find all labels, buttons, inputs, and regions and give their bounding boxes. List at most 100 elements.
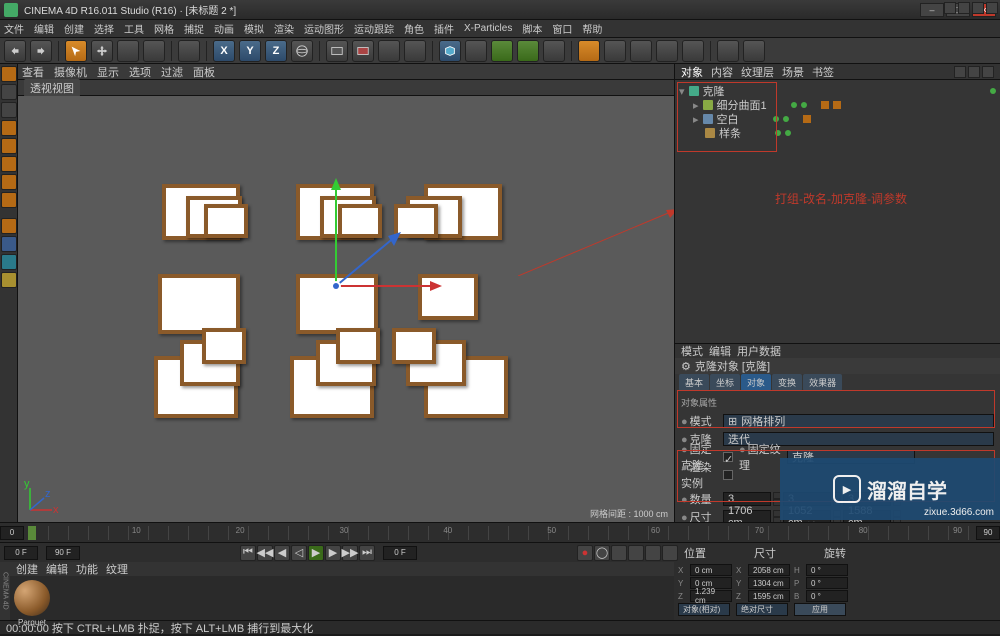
subtab-coord[interactable]: 坐标 bbox=[710, 374, 740, 391]
coord-mode[interactable]: 对象(相对) bbox=[678, 603, 730, 616]
menu-snap[interactable]: 捕捉 bbox=[184, 21, 204, 36]
generator-array[interactable] bbox=[517, 40, 539, 62]
tab-bookmarks[interactable]: 书签 bbox=[812, 64, 834, 80]
coord-tab-pos[interactable]: 位置 bbox=[684, 545, 706, 561]
light[interactable] bbox=[630, 40, 652, 62]
frame-cur[interactable]: 0 F bbox=[383, 546, 417, 560]
size-sx[interactable]: 2058 cm bbox=[748, 564, 790, 576]
render-settings[interactable] bbox=[404, 40, 426, 62]
vp-options[interactable]: 选项 bbox=[129, 64, 151, 80]
minimize-button[interactable]: – bbox=[920, 3, 944, 17]
subtab-effectors[interactable]: 效果器 bbox=[803, 374, 842, 391]
auto-key[interactable]: ◯ bbox=[594, 545, 610, 561]
spline-tool[interactable] bbox=[465, 40, 487, 62]
model-mode[interactable] bbox=[1, 66, 17, 82]
rot-b[interactable]: 0 ° bbox=[806, 590, 848, 602]
menu-select[interactable]: 选择 bbox=[94, 21, 114, 36]
mat-create[interactable]: 创建 bbox=[16, 561, 38, 577]
tab-content[interactable]: 内容 bbox=[711, 64, 733, 80]
prev-frame[interactable]: ◀ bbox=[274, 545, 290, 561]
rotate-tool[interactable] bbox=[143, 40, 165, 62]
tree-row-null[interactable]: ▸ 空白 bbox=[679, 112, 996, 126]
axis-z[interactable]: Z bbox=[265, 40, 287, 62]
menu-tools[interactable]: 工具 bbox=[124, 21, 144, 36]
menu-mesh[interactable]: 网格 bbox=[154, 21, 174, 36]
tl-start[interactable]: 0 bbox=[0, 526, 24, 540]
size-sz[interactable]: 1595 cm bbox=[748, 590, 790, 602]
snap-vertex[interactable] bbox=[1, 236, 17, 252]
key-param[interactable] bbox=[662, 545, 678, 561]
axis-y[interactable]: Y bbox=[239, 40, 261, 62]
subtab-object[interactable]: 对象 bbox=[741, 374, 771, 391]
xp-emitter[interactable] bbox=[717, 40, 739, 62]
play-button[interactable]: ▶ bbox=[308, 545, 324, 561]
play-back[interactable]: ◁ bbox=[291, 545, 307, 561]
menu-anim[interactable]: 动画 bbox=[214, 21, 234, 36]
mograph[interactable] bbox=[656, 40, 678, 62]
subtab-transform[interactable]: 变换 bbox=[772, 374, 802, 391]
material-preview[interactable] bbox=[14, 580, 50, 616]
key-pos[interactable] bbox=[611, 545, 627, 561]
coord-tab-size[interactable]: 尺寸 bbox=[754, 545, 776, 561]
menu-file[interactable]: 文件 bbox=[4, 21, 24, 36]
timeline[interactable]: 0 0 10 20 30 40 50 60 70 80 90 90 bbox=[0, 522, 1000, 542]
tab-objects[interactable]: 对象 bbox=[681, 64, 703, 80]
vp-view[interactable]: 查看 bbox=[22, 64, 44, 80]
snap-toggle[interactable] bbox=[1, 218, 17, 234]
fix-clone-check[interactable]: ✓ bbox=[723, 452, 733, 462]
deformer[interactable] bbox=[543, 40, 565, 62]
tree-row-subdiv[interactable]: ▸ 细分曲面1 bbox=[679, 98, 996, 112]
apply-btn[interactable]: 应用 bbox=[794, 603, 846, 616]
snap-edge[interactable] bbox=[1, 254, 17, 270]
viewport-3d[interactable]: y x z 网格间距 : 1000 cm bbox=[18, 96, 674, 522]
rec-key[interactable]: ● bbox=[577, 545, 593, 561]
tab-scene[interactable]: 场景 bbox=[782, 64, 804, 80]
edge-mode[interactable] bbox=[1, 138, 17, 154]
env-floor[interactable] bbox=[578, 40, 600, 62]
texture-mode[interactable] bbox=[1, 174, 17, 190]
attr-tab-mode[interactable]: 模式 bbox=[681, 344, 703, 359]
key-rot[interactable] bbox=[645, 545, 661, 561]
mat-func[interactable]: 功能 bbox=[76, 561, 98, 577]
tab-tex[interactable]: 纹理层 bbox=[741, 64, 774, 80]
frame-end[interactable]: 90 F bbox=[46, 546, 80, 560]
rot-h[interactable]: 0 ° bbox=[806, 564, 848, 576]
xp-system[interactable] bbox=[743, 40, 765, 62]
pos-z[interactable]: 1.239 cm bbox=[690, 590, 732, 602]
point-mode[interactable] bbox=[1, 120, 17, 136]
scale-tool[interactable] bbox=[117, 40, 139, 62]
next-frame[interactable]: ▶ bbox=[325, 545, 341, 561]
goto-end[interactable]: ⏭ bbox=[359, 545, 375, 561]
subtab-basic[interactable]: 基本 bbox=[679, 374, 709, 391]
pos-x[interactable]: 0 cm bbox=[690, 564, 732, 576]
tree-row-cloner[interactable]: ▾ 克隆 bbox=[679, 84, 996, 98]
mode-select[interactable]: ⊞网格排列 bbox=[723, 414, 994, 428]
render-view[interactable] bbox=[326, 40, 348, 62]
vp-display[interactable]: 显示 bbox=[97, 64, 119, 80]
pos-y[interactable]: 0 cm bbox=[690, 577, 732, 589]
object-mode[interactable] bbox=[1, 84, 17, 100]
last-tool[interactable] bbox=[178, 40, 200, 62]
inst-check[interactable] bbox=[723, 470, 733, 480]
mat-edit[interactable]: 编辑 bbox=[46, 561, 68, 577]
camera[interactable] bbox=[604, 40, 626, 62]
world-axis[interactable] bbox=[291, 40, 313, 62]
goto-start[interactable]: ⏮ bbox=[240, 545, 256, 561]
primitive-cube[interactable] bbox=[439, 40, 461, 62]
menu-render[interactable]: 渲染 bbox=[274, 21, 294, 36]
menu-window[interactable]: 窗口 bbox=[552, 21, 572, 36]
tl-end[interactable]: 90 bbox=[976, 526, 1000, 540]
step-back[interactable]: ◀◀ bbox=[257, 545, 273, 561]
attr-tab-edit[interactable]: 编辑 bbox=[709, 344, 731, 359]
axis-x[interactable]: X bbox=[213, 40, 235, 62]
size-sy[interactable]: 1304 cm bbox=[748, 577, 790, 589]
vp-panel[interactable]: 面板 bbox=[193, 64, 215, 80]
size-x[interactable]: 1706 cm bbox=[723, 510, 771, 522]
menu-motrack[interactable]: 运动跟踪 bbox=[354, 21, 394, 36]
timeline-ruler[interactable]: 0 10 20 30 40 50 60 70 80 90 bbox=[28, 526, 972, 540]
snap-poly[interactable] bbox=[1, 272, 17, 288]
frame-start[interactable]: 0 F bbox=[4, 546, 38, 560]
menu-help[interactable]: 帮助 bbox=[582, 21, 602, 36]
poly-mode[interactable] bbox=[1, 156, 17, 172]
menu-mograph[interactable]: 运动图形 bbox=[304, 21, 344, 36]
